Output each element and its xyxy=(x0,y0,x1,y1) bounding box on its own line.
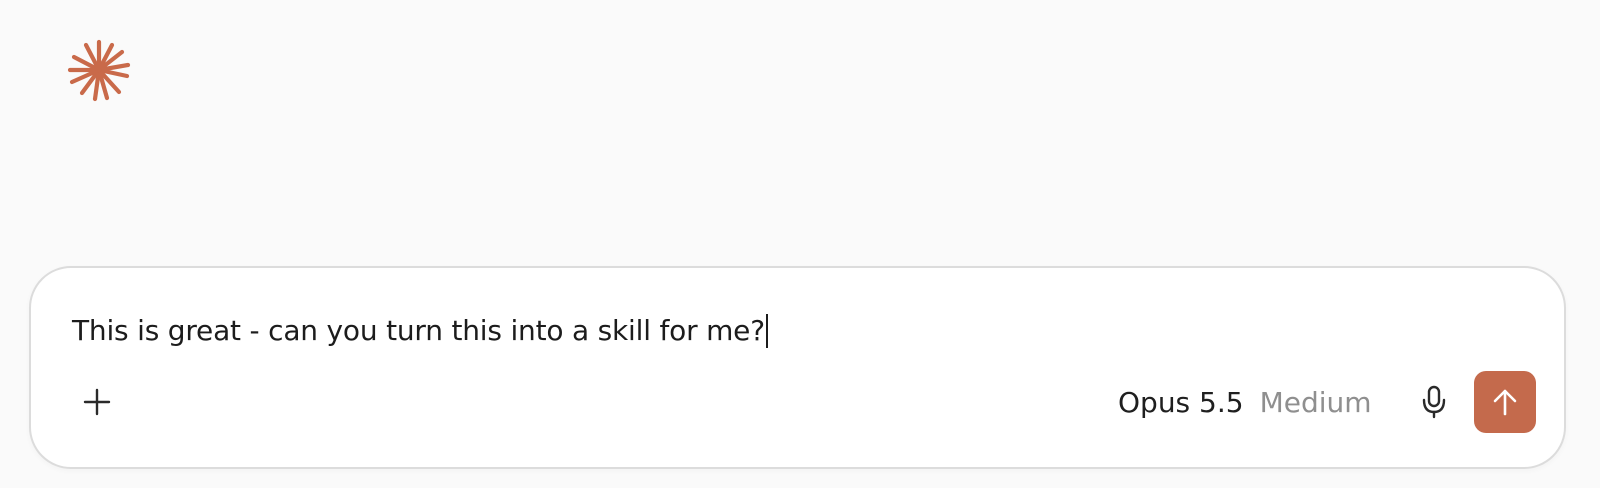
microphone-icon xyxy=(1422,385,1446,419)
model-selector[interactable]: Opus 5.5 Medium xyxy=(1118,382,1372,422)
plus-icon xyxy=(83,388,111,416)
message-input-text: This is great - can you turn this into a… xyxy=(72,314,765,347)
text-caret xyxy=(765,314,768,348)
starburst-icon xyxy=(67,39,131,102)
effort-level: Medium xyxy=(1259,385,1372,419)
app-page: This is great - can you turn this into a… xyxy=(0,0,1600,488)
voice-input-button[interactable] xyxy=(1414,382,1454,422)
add-attachment-button[interactable] xyxy=(75,380,119,424)
message-composer: This is great - can you turn this into a… xyxy=(29,266,1566,469)
model-name: Opus 5.5 xyxy=(1118,385,1244,419)
send-button[interactable] xyxy=(1474,371,1536,433)
message-input[interactable]: This is great - can you turn this into a… xyxy=(72,314,768,348)
claude-logo-icon xyxy=(67,38,131,102)
arrow-up-icon xyxy=(1493,389,1517,416)
